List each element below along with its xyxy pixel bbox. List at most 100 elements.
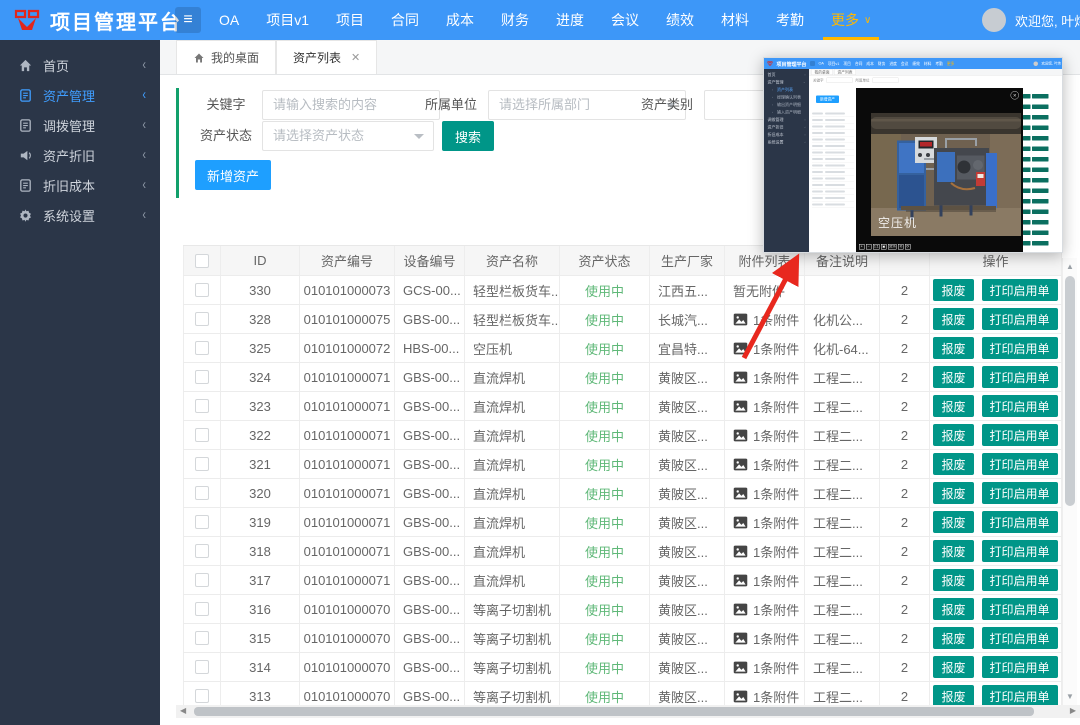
cell-attachment[interactable]: 1条附件 <box>725 566 805 594</box>
scrap-button[interactable]: 报废 <box>933 453 973 475</box>
row-checkbox[interactable] <box>195 399 209 413</box>
nav-item-6[interactable]: 财务 <box>501 10 529 30</box>
cell-attachment[interactable]: 1条附件 <box>725 334 805 362</box>
attachment-link[interactable]: 暂无附件 <box>733 281 785 300</box>
print-enable-button[interactable]: 打印启用单 <box>982 424 1058 446</box>
cell-attachment[interactable]: 1条附件 <box>725 624 805 652</box>
scrap-button[interactable]: 报废 <box>933 511 973 533</box>
nav-item-4[interactable]: 合同 <box>391 10 419 30</box>
mini-close-icon[interactable]: ✕ <box>1011 91 1020 100</box>
attachment-link[interactable]: 1条附件 <box>733 484 799 503</box>
scroll-down-icon[interactable]: ▼ <box>1066 692 1074 701</box>
print-enable-button[interactable]: 打印启用单 <box>982 656 1058 678</box>
print-enable-button[interactable]: 打印启用单 <box>982 685 1058 705</box>
attachment-link[interactable]: 1条附件 <box>733 542 799 561</box>
attachment-link[interactable]: 1条附件 <box>733 397 799 416</box>
row-checkbox[interactable] <box>195 660 209 674</box>
status-select[interactable]: 请选择资产状态 <box>262 121 434 151</box>
print-enable-button[interactable]: 打印启用单 <box>982 337 1058 359</box>
nav-item-5[interactable]: 成本 <box>446 10 474 30</box>
tab-my-desktop[interactable]: 我的桌面 <box>176 40 276 74</box>
scrap-button[interactable]: 报废 <box>933 685 973 705</box>
sidebar-item-2[interactable]: 资产管理‹ <box>0 80 160 110</box>
attachment-link[interactable]: 1条附件 <box>733 629 799 648</box>
cell-attachment[interactable]: 1条附件 <box>725 421 805 449</box>
attachment-link[interactable]: 1条附件 <box>733 571 799 590</box>
scroll-up-icon[interactable]: ▲ <box>1066 262 1074 271</box>
scroll-left-icon[interactable]: ◀ <box>180 706 186 715</box>
row-checkbox[interactable] <box>195 370 209 384</box>
cell-attachment[interactable]: 1条附件 <box>725 682 805 705</box>
cell-attachment[interactable]: 1条附件 <box>725 595 805 623</box>
nav-item-9[interactable]: 绩效 <box>666 10 694 30</box>
attachment-link[interactable]: 1条附件 <box>733 513 799 532</box>
nav-item-2[interactable]: 项目v1 <box>266 10 309 30</box>
print-enable-button[interactable]: 打印启用单 <box>982 395 1058 417</box>
scrap-button[interactable]: 报废 <box>933 279 973 301</box>
scrap-button[interactable]: 报废 <box>933 482 973 504</box>
row-checkbox[interactable] <box>195 341 209 355</box>
search-button[interactable]: 搜索 <box>442 121 494 151</box>
attachment-link[interactable]: 1条附件 <box>733 339 799 358</box>
cell-attachment[interactable]: 1条附件 <box>725 363 805 391</box>
menu-toggle-icon[interactable]: ≡ <box>175 7 201 33</box>
sidebar-item-4[interactable]: 资产折旧‹ <box>0 140 160 170</box>
row-checkbox[interactable] <box>195 486 209 500</box>
attachment-link[interactable]: 1条附件 <box>733 310 799 329</box>
print-enable-button[interactable]: 打印启用单 <box>982 569 1058 591</box>
horizontal-scrollbar[interactable]: ◀ ▶ <box>176 705 1080 718</box>
nav-item-7[interactable]: 进度 <box>556 10 584 30</box>
attachment-link[interactable]: 1条附件 <box>733 455 799 474</box>
cell-attachment[interactable]: 1条附件 <box>725 479 805 507</box>
scroll-right-icon[interactable]: ▶ <box>1070 706 1076 715</box>
cell-attachment[interactable]: 1条附件 <box>725 653 805 681</box>
vertical-scroll-thumb[interactable] <box>1065 276 1075 506</box>
row-checkbox[interactable] <box>195 602 209 616</box>
select-all-checkbox[interactable] <box>195 254 209 268</box>
cell-attachment[interactable]: 暂无附件 <box>725 276 805 304</box>
attachment-link[interactable]: 1条附件 <box>733 426 799 445</box>
print-enable-button[interactable]: 打印启用单 <box>982 366 1058 388</box>
row-checkbox[interactable] <box>195 544 209 558</box>
row-checkbox[interactable] <box>195 457 209 471</box>
print-enable-button[interactable]: 打印启用单 <box>982 453 1058 475</box>
nav-item-11[interactable]: 考勤 <box>776 10 804 30</box>
row-checkbox[interactable] <box>195 515 209 529</box>
scrap-button[interactable]: 报废 <box>933 627 973 649</box>
print-enable-button[interactable]: 打印启用单 <box>982 308 1058 330</box>
print-enable-button[interactable]: 打印启用单 <box>982 627 1058 649</box>
cell-attachment[interactable]: 1条附件 <box>725 537 805 565</box>
print-enable-button[interactable]: 打印启用单 <box>982 598 1058 620</box>
sidebar-item-1[interactable]: 首页‹ <box>0 50 160 80</box>
scrap-button[interactable]: 报废 <box>933 337 973 359</box>
attachment-link[interactable]: 1条附件 <box>733 600 799 619</box>
sidebar-item-6[interactable]: 系统设置‹ <box>0 200 160 230</box>
row-checkbox[interactable] <box>195 283 209 297</box>
app-logo[interactable]: 项目管理平台 <box>0 6 175 35</box>
preview-popup[interactable]: 项目管理平台 OA项目v1项目合同成本财务进度会议绩效材料考勤更多 欢迎您, 叶… <box>763 57 1063 253</box>
scrap-button[interactable]: 报废 <box>933 395 973 417</box>
cell-attachment[interactable]: 1条附件 <box>725 392 805 420</box>
scrap-button[interactable]: 报废 <box>933 656 973 678</box>
nav-item-10[interactable]: 材料 <box>721 10 749 30</box>
row-checkbox[interactable] <box>195 573 209 587</box>
sidebar-item-5[interactable]: 折旧成本‹ <box>0 170 160 200</box>
add-asset-button[interactable]: 新增资产 <box>195 160 271 190</box>
scrap-button[interactable]: 报废 <box>933 424 973 446</box>
row-checkbox[interactable] <box>195 428 209 442</box>
row-checkbox[interactable] <box>195 631 209 645</box>
attachment-link[interactable]: 1条附件 <box>733 368 799 387</box>
cell-attachment[interactable]: 1条附件 <box>725 508 805 536</box>
nav-more[interactable]: 更多 ∨ <box>831 0 871 40</box>
scrap-button[interactable]: 报废 <box>933 540 973 562</box>
print-enable-button[interactable]: 打印启用单 <box>982 540 1058 562</box>
scrap-button[interactable]: 报废 <box>933 598 973 620</box>
cell-attachment[interactable]: 1条附件 <box>725 450 805 478</box>
row-checkbox[interactable] <box>195 689 209 703</box>
nav-item-8[interactable]: 会议 <box>611 10 639 30</box>
sidebar-item-3[interactable]: 调拨管理‹ <box>0 110 160 140</box>
nav-item-3[interactable]: 项目 <box>336 10 364 30</box>
scrap-button[interactable]: 报废 <box>933 366 973 388</box>
user-box[interactable]: 欢迎您, 叶炜 <box>982 0 1080 40</box>
vertical-scrollbar[interactable]: ▲ ▼ <box>1062 258 1077 705</box>
